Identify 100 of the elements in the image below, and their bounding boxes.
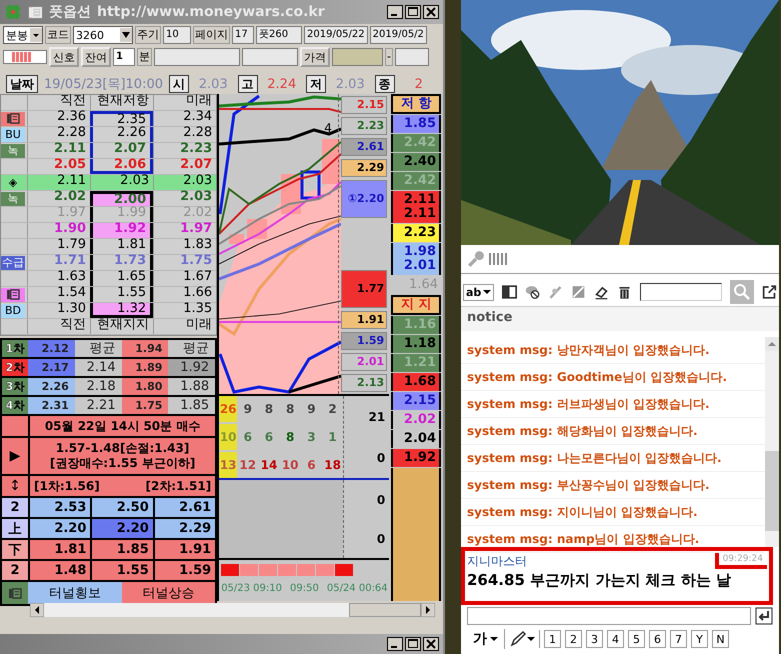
price-text: 2.04 [404, 432, 436, 446]
price-value: 2.24 [266, 76, 298, 92]
table-cell: 2.34 [153, 111, 216, 126]
table-cell: 2.20 [92, 519, 153, 538]
date-button[interactable]: 날짜 [6, 75, 38, 93]
quick-reply-button[interactable]: Y [691, 630, 708, 648]
price-text: 2.42 [404, 174, 436, 188]
quick-reply-button[interactable]: N [712, 630, 729, 648]
signal-banner: 05월 22일 14시 50분 매수 [30, 416, 216, 436]
minutes-field[interactable]: 1 [113, 48, 135, 66]
table-cell: 2.28 [153, 127, 216, 142]
price-text: 1.59 [357, 334, 384, 347]
enter-icon[interactable] [755, 607, 773, 625]
table-cell: 평균 [74, 340, 122, 357]
date-field[interactable]: 2019/05/22 [304, 26, 368, 44]
pencil-icon [509, 630, 527, 648]
quick-reply-button[interactable]: 4 [607, 630, 624, 648]
input-field[interactable] [154, 48, 240, 66]
axis-label: 21 [368, 410, 386, 424]
put-field[interactable]: 풋260 [256, 26, 302, 44]
chat-message: system msg: namp님이 입장했습니다. [461, 526, 765, 553]
timestamp: 09:29:24 [714, 553, 767, 569]
row-label: 2 [2, 561, 28, 580]
message-input[interactable] [467, 607, 751, 625]
column-header: 직전 [27, 319, 90, 334]
table-cell: 1.97 [153, 223, 216, 238]
price-text: ①2.20 [348, 192, 384, 205]
blank-cell [2, 416, 28, 436]
price-text: 2.15 [404, 394, 436, 408]
price-field[interactable] [332, 48, 383, 66]
text-format-dropdown[interactable]: ab [463, 284, 494, 300]
date-field[interactable]: 2019/05/2 [370, 26, 427, 44]
count-text: 9 [244, 402, 252, 416]
period-dropdown[interactable]: 분봉 [3, 26, 43, 44]
row-label: 上 [2, 519, 28, 538]
quick-reply-button[interactable]: 2 [565, 630, 582, 648]
price-value: 2 [414, 76, 424, 92]
quick-reply-button[interactable]: 1 [544, 630, 561, 648]
popout-icon[interactable] [762, 283, 777, 301]
chat-message: system msg: 부산꽁수님이 입장했습니다. [461, 472, 765, 499]
support-header: 지 지 [391, 295, 441, 315]
table-cell: 2.18 [74, 378, 122, 395]
scrollbar[interactable] [30, 603, 435, 617]
block-icon[interactable] [525, 283, 540, 301]
layout-icon[interactable] [502, 283, 518, 301]
price-text: 1.68 [404, 375, 436, 389]
column-header: 현재지지 [90, 319, 154, 334]
quick-reply-button[interactable]: 6 [649, 630, 666, 648]
tunnel-status: 터널횡보 [28, 582, 122, 604]
count-text: 13 [220, 458, 237, 472]
remaining-button[interactable]: 잔여 [81, 47, 111, 67]
quick-reply-button[interactable]: 5 [628, 630, 645, 648]
right-arrow-icon[interactable] [421, 603, 435, 617]
minimize-icon[interactable] [387, 5, 403, 19]
quick-reply-button[interactable]: 3 [586, 630, 603, 648]
maximize-icon[interactable] [405, 5, 421, 19]
table-cell: 1.32 [90, 303, 154, 318]
count-text: 12 [239, 458, 256, 472]
input-field[interactable] [242, 48, 298, 66]
search-field[interactable] [640, 283, 722, 301]
count-text: 18 [324, 458, 341, 472]
table-cell: 2.21 [74, 397, 122, 414]
code-dropdown[interactable]: 3260 [73, 26, 133, 44]
count-text: 8 [286, 402, 294, 416]
price-text: 1.85 [404, 117, 436, 131]
price-text: 2.02 [404, 413, 436, 427]
price-text: 1.21 [404, 356, 436, 370]
price-label: 시 [169, 75, 189, 93]
column-header: 미래 [153, 95, 216, 110]
message-text: 264.85 부근까지 가는지 체크 하는 날 [467, 571, 732, 590]
price-field[interactable] [394, 48, 429, 66]
scrollbar[interactable] [765, 337, 779, 547]
price-text: 1.98 [404, 245, 436, 259]
signal-button[interactable]: 신호 [49, 47, 79, 67]
count-text: 1 [328, 430, 337, 444]
row-label: 下 [2, 540, 28, 559]
price-text: 1.91 [357, 313, 384, 326]
chat-message: system msg: 나는모른다님이 입장했습니다. [461, 445, 765, 472]
table-cell: 2.53 [30, 498, 90, 517]
highlight-frame [300, 170, 321, 200]
price-value: 2.03 [334, 76, 366, 92]
level-tag: BD [1, 304, 25, 318]
row-label: 2 [2, 498, 28, 517]
table-cell: 2.36 [27, 111, 90, 126]
cycle-field[interactable]: 10 [163, 26, 191, 44]
minimize-icon[interactable] [387, 637, 403, 651]
table-cell: 1.73 [90, 255, 154, 270]
price-text: 2.11 [404, 207, 436, 221]
quick-reply-button[interactable]: 7 [670, 630, 687, 648]
left-arrow-icon[interactable] [30, 603, 44, 617]
table-cell: 2.26 [28, 378, 75, 395]
font-dropdown[interactable]: 가 [467, 629, 505, 649]
page-field[interactable]: 17 [232, 26, 254, 44]
scrollbar-thumb[interactable] [765, 451, 779, 531]
price-button[interactable]: 가격 [300, 47, 330, 67]
close-icon[interactable] [423, 5, 439, 19]
close-icon[interactable] [423, 637, 439, 651]
maximize-icon[interactable] [405, 637, 421, 651]
price-label: 종 [374, 75, 394, 93]
pen-dropdown[interactable] [509, 630, 540, 648]
